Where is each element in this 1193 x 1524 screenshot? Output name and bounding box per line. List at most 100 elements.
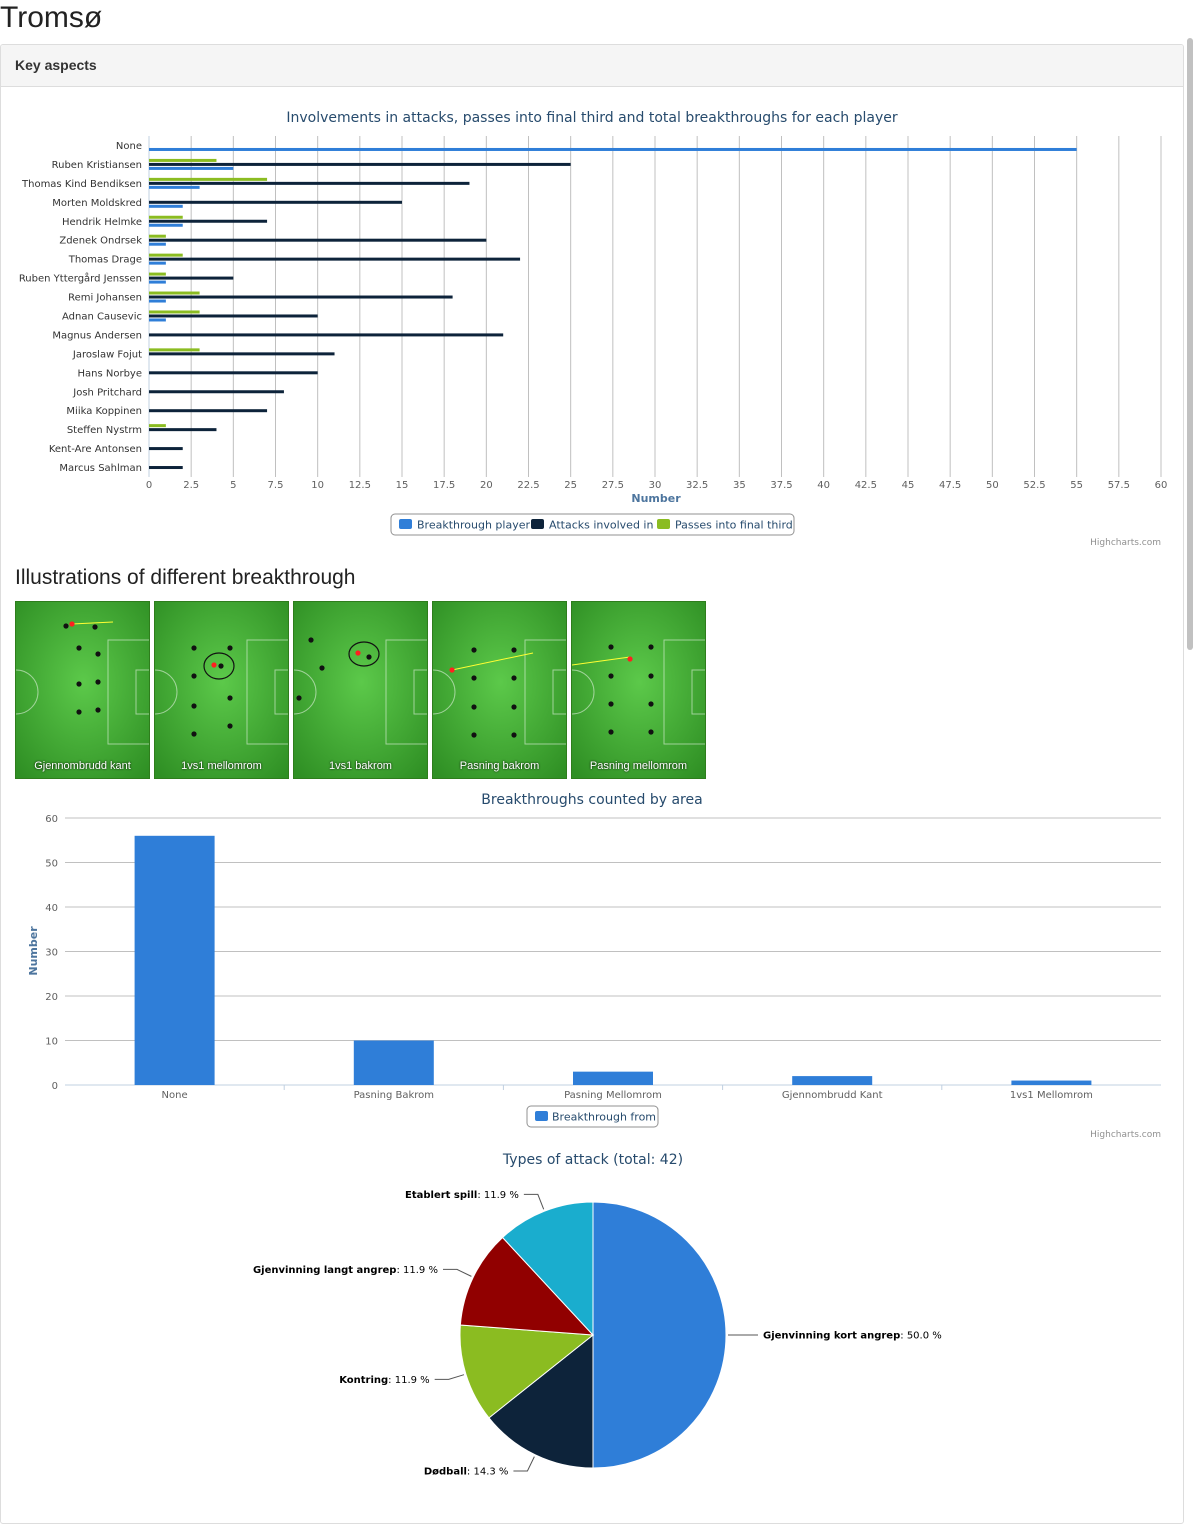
player-dot (608, 644, 614, 650)
player-dot (191, 645, 197, 651)
bar-passes-into-final-third[interactable] (149, 215, 183, 219)
bar-passes-into-final-third[interactable] (149, 291, 200, 295)
bar-breakthrough-from[interactable] (1011, 1080, 1092, 1085)
x-tick-label: 0 (146, 480, 152, 491)
illustration-thumbnail[interactable]: Gjennombrudd kant (15, 601, 150, 779)
y-tick-label: 20 (45, 992, 58, 1003)
player-dot (648, 673, 654, 679)
x-tick-label: 35 (733, 480, 746, 491)
category-label: Pasning Mellomrom (564, 1090, 662, 1101)
category-label: Remi Johansen (68, 293, 142, 304)
bar-breakthrough-player[interactable] (149, 166, 234, 170)
credits-link[interactable]: Highcharts.com (1090, 1130, 1161, 1140)
bar-passes-into-final-third[interactable] (149, 158, 217, 162)
bar-breakthrough-player[interactable] (149, 147, 1077, 151)
bar-breakthrough-player[interactable] (149, 204, 183, 208)
bar-attacks-involved-in[interactable] (149, 409, 268, 413)
player-dot (511, 647, 517, 653)
x-tick-label: 60 (1155, 480, 1168, 491)
category-label: Kent-Are Antonsen (49, 444, 142, 455)
bar-attacks-involved-in[interactable] (149, 371, 318, 375)
y-tick-label: 50 (45, 859, 58, 870)
player-dot (648, 729, 654, 735)
legend-swatch (535, 1111, 548, 1121)
label-connector (523, 1193, 545, 1210)
illustration-thumbnail[interactable]: 1vs1 mellomrom (154, 601, 289, 779)
bar-attacks-involved-in[interactable] (149, 352, 335, 356)
bar-breakthrough-player[interactable] (149, 261, 166, 265)
bar-attacks-involved-in[interactable] (149, 238, 487, 242)
attack-types-chart: Types of attack (total: 42) Gjenvinning … (253, 1152, 942, 1478)
bar-passes-into-final-third[interactable] (149, 348, 200, 352)
category-label: None (116, 141, 142, 152)
bar-attacks-involved-in[interactable] (149, 390, 284, 394)
bar-passes-into-final-third[interactable] (149, 310, 200, 314)
bar-attacks-involved-in[interactable] (149, 333, 504, 337)
bar-attacks-involved-in[interactable] (149, 162, 571, 166)
y-tick-label: 10 (45, 1037, 58, 1048)
illustration-thumbnail[interactable]: Pasning bakrom (432, 601, 567, 779)
y-tick-label: 30 (45, 948, 58, 959)
player-dot (471, 647, 477, 653)
bar-breakthrough-from[interactable] (792, 1076, 873, 1085)
category-label: Hendrik Helmke (62, 217, 142, 228)
player-dot (95, 707, 101, 713)
bar-attacks-involved-in[interactable] (149, 295, 453, 299)
bar-attacks-involved-in[interactable] (149, 466, 183, 470)
bar-breakthrough-player[interactable] (149, 280, 166, 284)
illustration-thumbnail[interactable]: Pasning mellomrom (571, 601, 706, 779)
player-dot (471, 675, 477, 681)
bar-attacks-involved-in[interactable] (149, 428, 217, 432)
attacker-dot (355, 650, 361, 656)
bar-breakthrough-from[interactable] (353, 1040, 434, 1086)
player-dot (95, 651, 101, 657)
bar-breakthrough-player[interactable] (149, 242, 166, 246)
chart-legend[interactable]: Breakthrough player Attacks involved in Pa… (390, 513, 795, 536)
bar-breakthrough-from[interactable] (134, 835, 215, 1085)
bar-breakthrough-from[interactable] (573, 1071, 653, 1085)
legend-item[interactable]: Passes into final third (675, 519, 793, 532)
scrollbar[interactable] (1187, 38, 1193, 650)
legend-item[interactable]: Attacks involved in (549, 519, 653, 532)
x-tick-label: 17.5 (433, 480, 455, 491)
x-tick-label: 27.5 (602, 480, 624, 491)
player-dot (511, 732, 517, 738)
panel-heading: Key aspects (1, 45, 1183, 87)
pitch-diagram (155, 602, 288, 778)
bar-attacks-involved-in[interactable] (149, 257, 521, 261)
bar-passes-into-final-third[interactable] (149, 234, 166, 238)
bar-passes-into-final-third[interactable] (149, 272, 166, 276)
bar-breakthrough-player[interactable] (149, 223, 183, 227)
illustration-caption: Pasning bakrom (459, 760, 540, 772)
bar-attacks-involved-in[interactable] (149, 219, 268, 223)
player-dot (191, 703, 197, 709)
credits-link[interactable]: Highcharts.com (1090, 538, 1161, 548)
player-dot (227, 723, 233, 729)
chart-legend[interactable]: Breakthrough from (526, 1105, 659, 1128)
bar-attacks-involved-in[interactable] (149, 276, 234, 280)
legend-item[interactable]: Breakthrough player (417, 519, 530, 532)
legend-swatch (657, 519, 670, 529)
bar-attacks-involved-in[interactable] (149, 200, 402, 204)
bar-breakthrough-player[interactable] (149, 318, 166, 322)
bar-passes-into-final-third[interactable] (149, 177, 268, 181)
chart-title: Involvements in attacks, passes into fin… (286, 110, 898, 126)
bar-attacks-involved-in[interactable] (149, 314, 318, 318)
player-dot (227, 695, 233, 701)
pitch-diagram (16, 602, 149, 778)
bar-passes-into-final-third[interactable] (149, 424, 166, 428)
x-tick-label: 10 (311, 480, 324, 491)
player-dot (648, 701, 654, 707)
legend-item[interactable]: Breakthrough from (552, 1111, 656, 1124)
bar-attacks-involved-in[interactable] (149, 181, 470, 185)
pie-slice[interactable] (592, 1201, 727, 1469)
bar-passes-into-final-third[interactable] (149, 253, 183, 257)
illustration-thumbnail[interactable]: 1vs1 bakrom (293, 601, 428, 779)
bar-breakthrough-player[interactable] (149, 185, 200, 189)
bar-attacks-involved-in[interactable] (149, 447, 183, 451)
bar-breakthrough-player[interactable] (149, 299, 166, 303)
category-label: Ruben Yttergård Jenssen (19, 272, 142, 285)
category-label: Thomas Drage (68, 255, 142, 266)
category-label: Jaroslaw Fojut (72, 349, 142, 360)
label-connector (442, 1268, 472, 1277)
